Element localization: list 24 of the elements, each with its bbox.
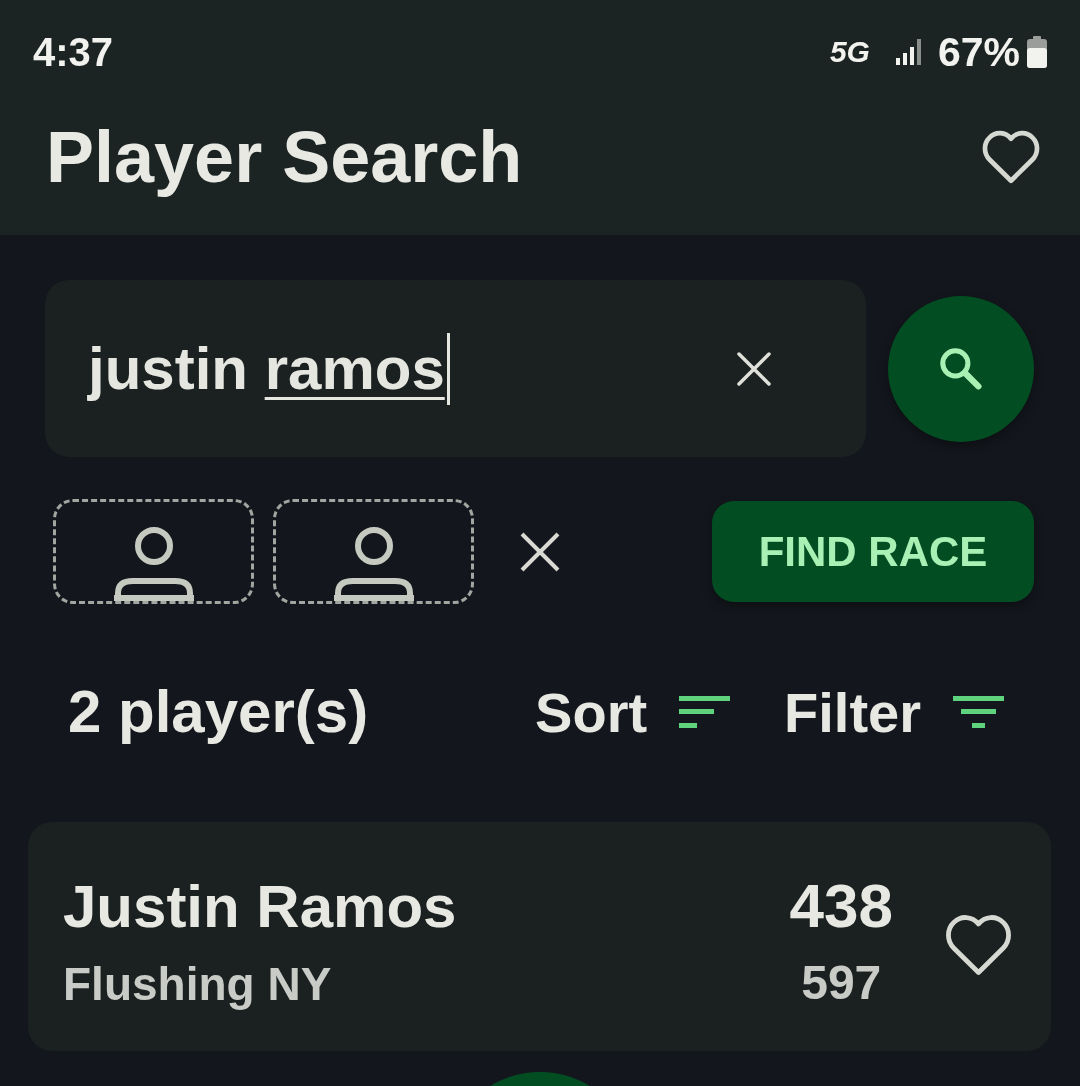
network-type: 5G: [829, 35, 870, 69]
clock-time: 4:37: [33, 29, 114, 75]
player-slot[interactable]: [273, 499, 474, 604]
search-icon: [939, 346, 983, 391]
heart-icon[interactable]: [945, 915, 1012, 975]
find-race-button[interactable]: FIND RACE: [712, 501, 1034, 602]
player-card[interactable]: Justin Ramos Flushing NY 438 597: [28, 822, 1051, 1051]
heart-icon[interactable]: [982, 129, 1040, 184]
clear-icon[interactable]: [737, 351, 771, 386]
filter-button[interactable]: Filter: [784, 679, 1004, 745]
player-slot[interactable]: [53, 499, 254, 604]
battery-percent: 67%: [937, 28, 1020, 76]
battery-icon: [1026, 36, 1048, 68]
clear-icon[interactable]: [520, 531, 560, 572]
sort-icon: [679, 696, 731, 728]
search-field[interactable]: justin ramos: [45, 280, 866, 457]
player-name: Justin Ramos: [63, 877, 457, 937]
signal-icon: [895, 39, 924, 65]
sort-button[interactable]: Sort: [535, 679, 731, 745]
result-count: 2 player(s): [68, 677, 369, 747]
secondary-number: 597: [801, 959, 882, 1007]
primary-number: 438: [789, 875, 893, 937]
filter-icon: [953, 696, 1004, 728]
search-query-text: justin ramos: [88, 333, 445, 404]
